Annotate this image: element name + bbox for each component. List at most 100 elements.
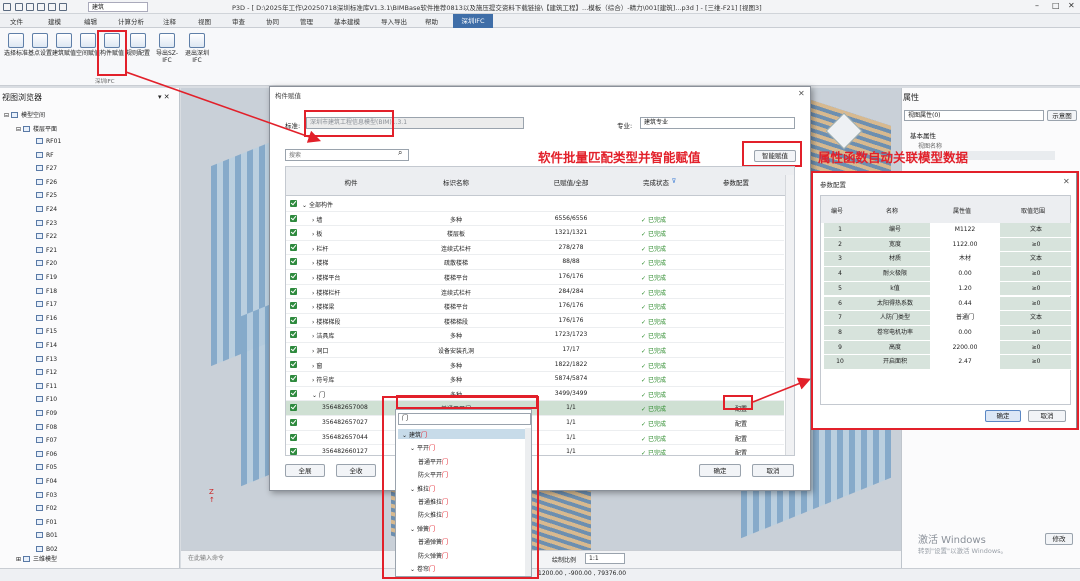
command-input[interactable] <box>188 553 338 564</box>
project-selector[interactable]: 建筑 <box>88 2 148 12</box>
row-checkbox[interactable] <box>290 389 297 397</box>
floor-item[interactable]: F15 <box>36 328 57 335</box>
floor-item[interactable]: F01 <box>36 518 57 526</box>
tree-root[interactable]: ⊟ 模型空间 <box>4 110 45 119</box>
table-row[interactable]: › 板 楼层板 1321/1321 ✓ 已完成 <box>286 226 784 241</box>
exit-szifc-button[interactable]: 退出深圳IFC <box>183 33 211 75</box>
floor-item[interactable]: F07 <box>36 437 57 444</box>
redo-icon[interactable] <box>59 3 67 11</box>
table-row[interactable]: › 洞口 设备安装孔洞 17/17 ✓ 已完成 <box>286 343 784 358</box>
dialog-close-icon[interactable]: ✕ <box>798 89 805 98</box>
floor-item[interactable]: F27 <box>36 165 57 172</box>
menu-manage[interactable]: 管理 <box>300 16 313 26</box>
filter-icon[interactable]: ⊽ <box>669 177 679 185</box>
floor-item[interactable]: B01 <box>36 532 58 539</box>
view-property-select[interactable]: 视图属性(0) <box>904 110 1044 121</box>
menu-help[interactable]: 帮助 <box>425 16 438 26</box>
row-checkbox[interactable] <box>290 243 297 251</box>
menu-basic-model[interactable]: 基本建模 <box>334 16 360 26</box>
modify-button[interactable]: 修改 <box>1045 533 1073 545</box>
floor-item[interactable]: F06 <box>36 450 57 458</box>
close-icon[interactable]: ✕ <box>1068 1 1075 10</box>
row-checkbox[interactable] <box>290 273 297 280</box>
expand-all-button[interactable]: 全展 <box>285 464 325 477</box>
building-assign-button[interactable]: 建筑赋值 <box>51 33 77 75</box>
table-row[interactable]: ⌄ 全部构件 <box>286 197 784 212</box>
search-icon[interactable]: ⌕ <box>398 148 402 158</box>
cell-config-link[interactable]: 配置 <box>726 434 756 443</box>
menu-import-export[interactable]: 导入导出 <box>381 16 407 26</box>
menu-collab[interactable]: 协同 <box>266 16 279 26</box>
cell-config-link[interactable]: 配置 <box>726 448 756 455</box>
floor-item[interactable]: F25 <box>36 192 57 199</box>
floor-item[interactable]: F20 <box>36 260 57 267</box>
menu-annotate[interactable]: 注释 <box>163 16 176 26</box>
floor-item[interactable]: F23 <box>36 219 57 227</box>
dialog-cancel-button[interactable]: 取消 <box>752 464 794 477</box>
row-checkbox[interactable] <box>290 287 297 295</box>
floor-item[interactable]: F05 <box>36 464 57 471</box>
floor-item[interactable]: F04 <box>36 478 57 485</box>
row-checkbox[interactable] <box>290 302 297 310</box>
row-checkbox[interactable] <box>290 346 297 353</box>
new-icon[interactable] <box>15 3 23 11</box>
table-row[interactable]: › 墙 多种 6556/6556 ✓ 已完成 <box>286 212 784 227</box>
scale-select[interactable]: 1:1 <box>585 553 625 564</box>
maximize-icon[interactable]: □ <box>1052 1 1060 10</box>
row-checkbox[interactable] <box>290 404 297 412</box>
floor-item[interactable]: F10 <box>36 396 57 403</box>
table-row[interactable]: › 洁具库 多种 1723/1723 ✓ 已完成 <box>286 328 784 343</box>
floor-item[interactable]: RF01 <box>36 138 61 145</box>
floor-item[interactable]: B02 <box>36 546 58 553</box>
floor-item[interactable]: F11 <box>36 382 57 390</box>
floor-item[interactable]: F08 <box>36 423 57 431</box>
floor-item[interactable]: F14 <box>36 342 57 349</box>
base-point-button[interactable]: 基点设置 <box>27 33 53 75</box>
export-szifc-button[interactable]: 导出SZ-IFC <box>152 33 182 75</box>
row-checkbox[interactable] <box>290 433 297 441</box>
floor-item[interactable]: F21 <box>36 246 57 254</box>
row-checkbox[interactable] <box>290 331 297 339</box>
floor-item[interactable]: RF <box>36 151 54 159</box>
menu-model[interactable]: 建模 <box>48 16 61 26</box>
save-icon[interactable] <box>37 3 45 11</box>
menu-analysis[interactable]: 计算分析 <box>118 16 144 26</box>
row-checkbox[interactable] <box>290 375 297 383</box>
table-row[interactable]: › 楼梯梯段 楼梯梯段 176/176 ✓ 已完成 <box>286 314 784 329</box>
floor-item[interactable]: F12 <box>36 369 57 376</box>
floor-item[interactable]: F02 <box>36 505 57 512</box>
table-row[interactable]: › 符号库 多种 5874/5874 ✓ 已完成 <box>286 372 784 387</box>
table-row[interactable]: › 楼梯梁 楼梯平台 176/176 ✓ 已完成 <box>286 299 784 314</box>
floor-item[interactable]: F16 <box>36 314 57 322</box>
floor-item[interactable]: F22 <box>36 233 57 240</box>
select-standard-button[interactable]: 选择标准 <box>3 33 29 75</box>
floor-item[interactable]: F03 <box>36 491 57 499</box>
specialty-select[interactable]: 建筑专业 <box>640 117 795 129</box>
tree-3d-model[interactable]: ⊞ 三维模型 <box>16 554 57 563</box>
menu-review[interactable]: 审查 <box>232 16 245 26</box>
menu-szifc[interactable]: 深圳IFC <box>453 14 493 28</box>
row-checkbox[interactable] <box>290 214 297 222</box>
collapse-all-button[interactable]: 全收 <box>336 464 376 477</box>
floor-item[interactable]: F18 <box>36 287 57 295</box>
row-checkbox[interactable] <box>290 360 297 368</box>
rule-config-button[interactable]: 规则配置 <box>125 33 151 75</box>
table-row[interactable]: › 栏杆 连续式栏杆 278/278 ✓ 已完成 <box>286 241 784 256</box>
pin-icon[interactable]: ▾ ✕ <box>158 93 170 101</box>
row-checkbox[interactable] <box>290 200 297 207</box>
minimize-icon[interactable]: – <box>1035 1 1039 10</box>
table-scrollbar[interactable] <box>785 175 794 455</box>
cell-config-link[interactable]: 配置 <box>726 419 756 428</box>
tree-group[interactable]: ⊟ 楼层平面 <box>16 124 57 133</box>
menu-file[interactable]: 文件 <box>10 16 23 26</box>
menu-edit[interactable]: 编辑 <box>84 16 97 26</box>
table-row[interactable]: › 窗 多种 1822/1822 ✓ 已完成 <box>286 358 784 373</box>
floor-item[interactable]: F13 <box>36 355 57 363</box>
row-checkbox[interactable] <box>290 448 297 455</box>
floor-item[interactable]: F17 <box>36 301 57 308</box>
table-row[interactable]: › 楼梯栏杆 连续式栏杆 284/284 ✓ 已完成 <box>286 285 784 300</box>
floor-item[interactable]: F19 <box>36 274 57 281</box>
undo-icon[interactable] <box>48 3 56 11</box>
row-checkbox[interactable] <box>290 229 297 237</box>
row-checkbox[interactable] <box>290 316 297 324</box>
